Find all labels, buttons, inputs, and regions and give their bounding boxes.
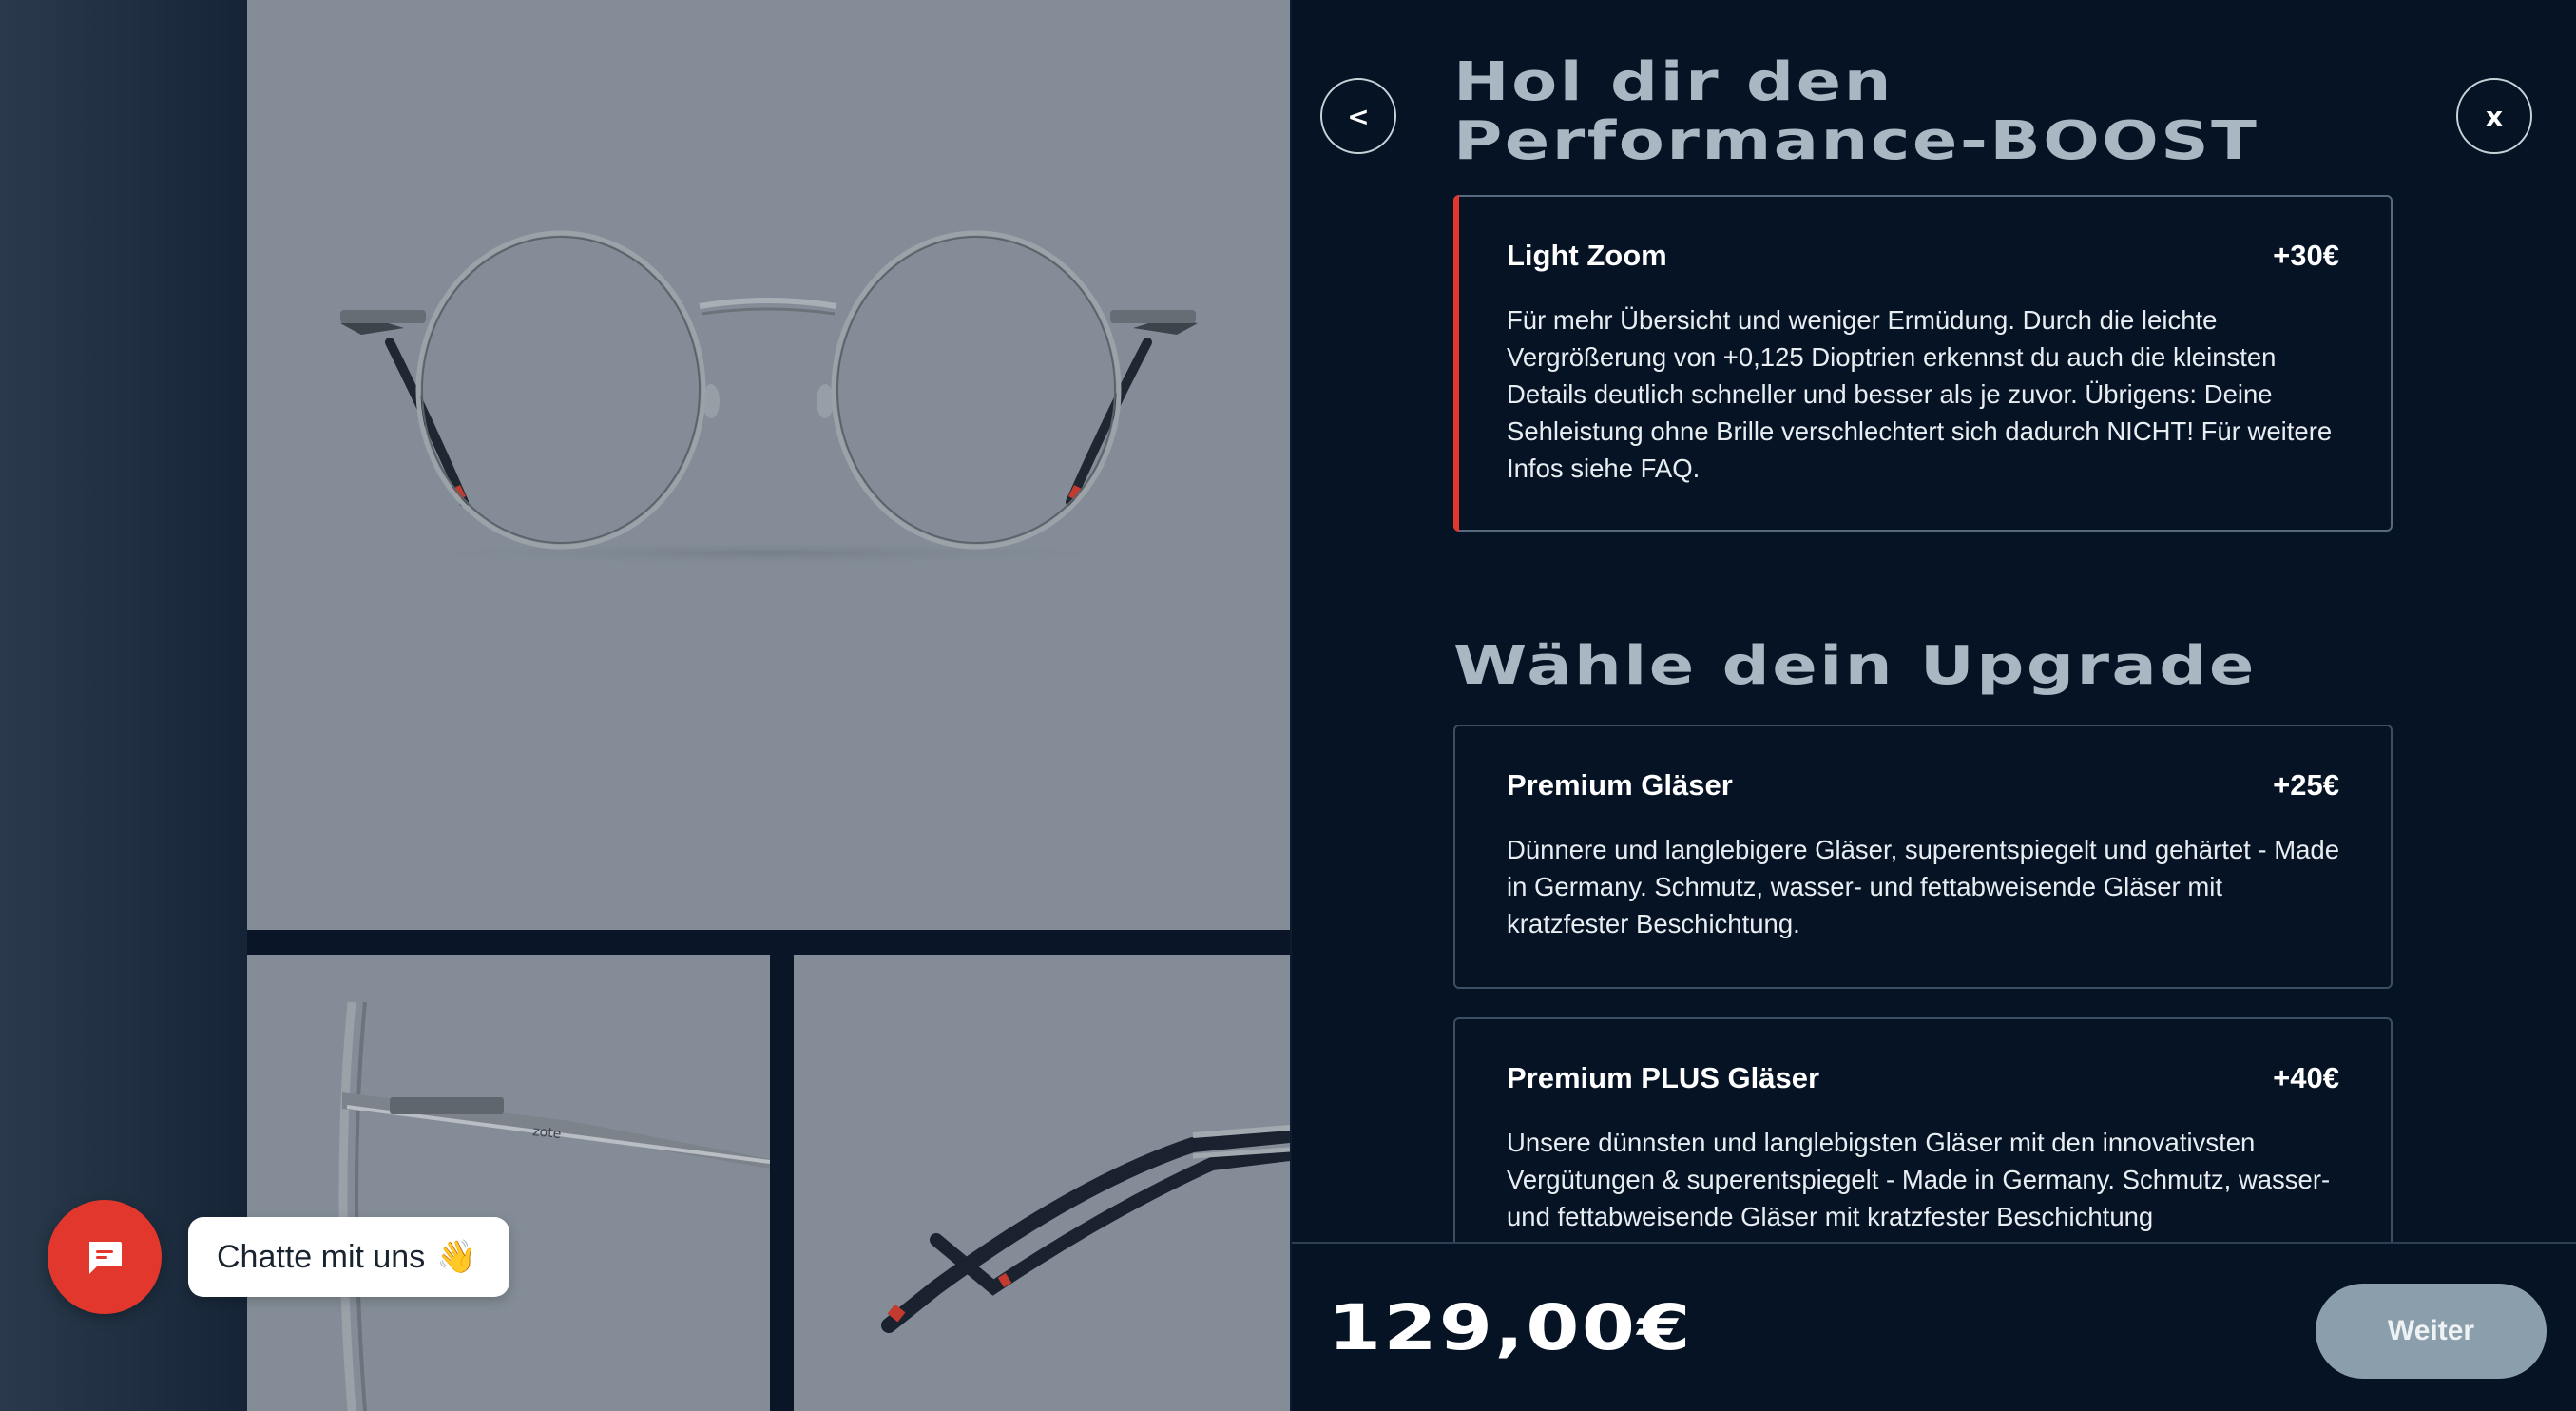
glasses-side-image[interactable]: zote: [247, 955, 770, 1411]
option-price: +30€: [2273, 239, 2339, 272]
option-card-premium-glaeser[interactable]: Premium Gläser +25€ Dünnere und langlebi…: [1453, 725, 2393, 989]
background-strip: [0, 0, 247, 1411]
option-card-light-zoom[interactable]: Light Zoom +30€ Für mehr Übersicht und w…: [1453, 195, 2393, 532]
page-title-line-2: Performance-BOOST: [1453, 110, 2259, 172]
wave-emoji-icon: 👋: [436, 1238, 477, 1276]
checkout-footer: 129,00€ Weiter: [1292, 1242, 2576, 1411]
option-name: Light Zoom: [1507, 239, 1667, 272]
glasses-temple-image[interactable]: [794, 955, 1290, 1411]
option-description: Dünnere und langlebigere Gläser, superen…: [1507, 835, 2339, 938]
chat-icon: [84, 1236, 125, 1278]
options-scroll-area[interactable]: < x Hol dir den Performance-BOOST Light …: [1292, 0, 2576, 1242]
svg-text:zote: zote: [532, 1124, 563, 1142]
close-button[interactable]: x: [2456, 78, 2532, 154]
option-name: Premium PLUS Gläser: [1507, 1061, 1820, 1094]
option-card-premium-plus-glaeser[interactable]: Premium PLUS Gläser +40€ Unsere dünnsten…: [1453, 1017, 2393, 1242]
total-price: 129,00€: [1328, 1291, 1693, 1364]
option-price: +25€: [2273, 768, 2339, 802]
option-price: +40€: [2273, 1061, 2339, 1094]
option-description: Für mehr Übersicht und weniger Ermüdung.…: [1507, 305, 2333, 483]
upgrade-section-title: Wähle dein Upgrade: [1453, 635, 2257, 697]
upgrade-panel: < x Hol dir den Performance-BOOST Light …: [1290, 0, 2576, 1411]
back-button[interactable]: <: [1320, 78, 1396, 154]
page-title-line-1: Hol dir den: [1453, 51, 1894, 113]
chat-label: Chatte mit uns: [217, 1238, 426, 1275]
product-gallery: zote: [247, 0, 1290, 1411]
glasses-front-image[interactable]: [247, 0, 1290, 930]
next-button[interactable]: Weiter: [2316, 1284, 2547, 1379]
chat-button[interactable]: [48, 1200, 162, 1314]
page-title: Hol dir den Performance-BOOST: [1453, 53, 2259, 171]
option-description: Unsere dünnsten und langlebigsten Gläser…: [1507, 1128, 2331, 1231]
chat-prompt[interactable]: Chatte mit uns 👋: [188, 1217, 509, 1297]
option-name: Premium Gläser: [1507, 768, 1733, 802]
